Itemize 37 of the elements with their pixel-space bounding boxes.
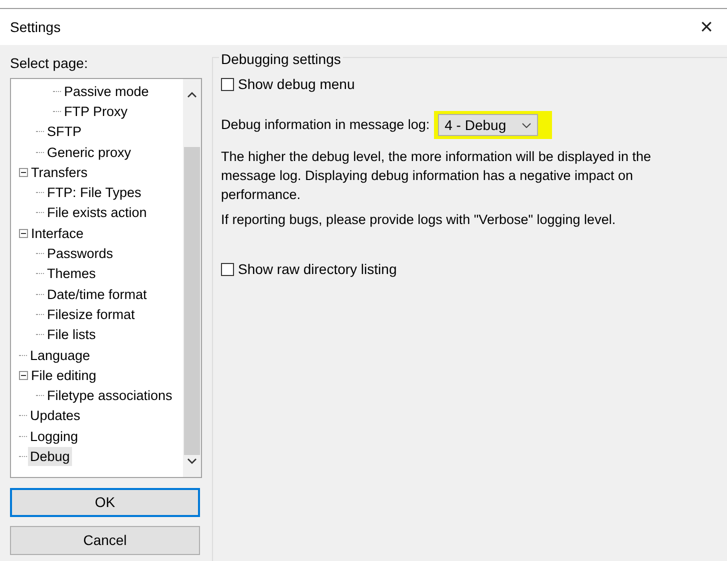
- tree-item[interactable]: File editing: [29, 366, 98, 385]
- tree-item[interactable]: Logging: [28, 426, 80, 446]
- field-label: Debug information in message log:: [221, 116, 430, 134]
- tree-item[interactable]: Themes: [45, 264, 98, 284]
- close-button[interactable]: ×: [696, 16, 717, 38]
- cancel-button[interactable]: Cancel: [10, 526, 200, 555]
- tree-item[interactable]: Date/time format: [45, 284, 149, 304]
- collapse-icon[interactable]: [19, 168, 28, 177]
- level-dropdown[interactable]: 4 - Debug: [438, 114, 538, 136]
- scroll-thumb[interactable]: [184, 147, 200, 455]
- sidebar-heading: Select page:: [10, 54, 89, 73]
- tree-item[interactable]: File exists action: [45, 203, 149, 222]
- checkbox-label: Show debug menu: [238, 75, 355, 94]
- info-text: If reporting bugs, please provide logs with "Verbose" logging level.: [221, 211, 617, 229]
- info-text: The higher the debug level, the more information will be displayed in the message log. Displaying debug information has a negative impact on performance.: [221, 148, 652, 204]
- caret-icon: [522, 122, 531, 128]
- tree-item[interactable]: Transfers: [29, 162, 90, 182]
- tree-item[interactable]: Generic proxy: [45, 142, 134, 162]
- tree-item[interactable]: Language: [28, 346, 92, 364]
- tree-item[interactable]: SFTP: [45, 122, 84, 142]
- tree-item[interactable]: File lists: [45, 325, 98, 344]
- collapse-icon[interactable]: [19, 228, 28, 238]
- collapse-icon[interactable]: [19, 370, 28, 380]
- checkbox[interactable]: [221, 263, 234, 276]
- tree-item[interactable]: FTP Proxy: [62, 102, 130, 121]
- tree-item[interactable]: Passive mode: [62, 82, 151, 101]
- ok-button[interactable]: OK: [10, 488, 200, 517]
- tree-item[interactable]: Filetype associations: [45, 386, 174, 406]
- tree-item[interactable]: Passwords: [45, 244, 116, 264]
- tree-item[interactable]: FTP: File Types: [45, 183, 144, 202]
- tree-item[interactable]: Filesize format: [45, 304, 137, 324]
- tree-item[interactable]: Updates: [28, 406, 82, 426]
- window-title: Settings: [10, 18, 61, 37]
- tree-item[interactable]: Interface: [29, 224, 86, 243]
- checkbox[interactable]: [221, 78, 234, 91]
- checkbox-label: Show raw directory listing: [238, 260, 397, 279]
- tree-item[interactable]: Debug: [28, 446, 72, 466]
